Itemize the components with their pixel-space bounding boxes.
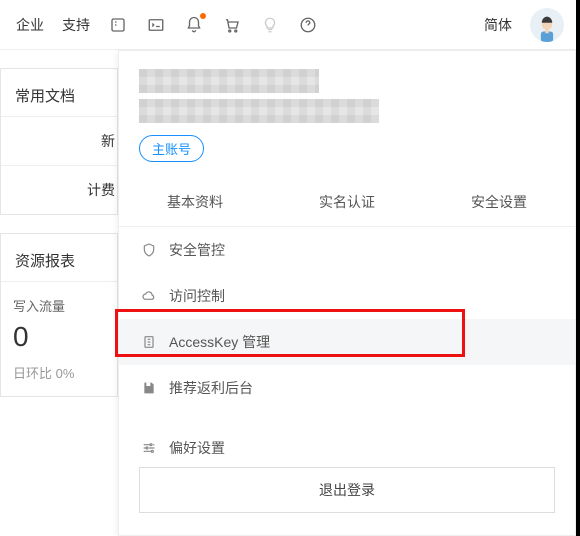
resource-title: 资源报表 [1,234,117,281]
docs-stub-1[interactable]: 新 [1,116,117,165]
topbar: 企业 支持 简体 [0,0,580,50]
logout-button[interactable]: 退出登录 [139,467,555,513]
menu-secure-control[interactable]: 安全管控 [119,227,575,273]
bulb-icon[interactable] [260,15,280,35]
menu-label: 安全管控 [169,240,225,260]
lang-switch[interactable]: 简体 [484,15,512,35]
app-icon[interactable] [108,15,128,35]
dropdown-header: 主账号 [119,51,575,174]
tab-profile[interactable]: 基本资料 [119,178,271,226]
docs-card: 常用文档 新 计费 [0,68,118,215]
avatar[interactable] [530,8,564,42]
tab-realname[interactable]: 实名认证 [271,178,423,226]
menu-label: 访问控制 [169,286,225,306]
redacted-account-id [139,99,379,123]
scrollbar[interactable] [576,0,580,536]
key-icon [141,334,157,350]
metric-value: 0 [13,321,105,353]
account-type-badge: 主账号 [139,135,204,162]
cloud-icon [141,288,157,304]
metric-label: 写入流量 [13,296,105,315]
menu-rebate[interactable]: 推荐返利后台 [119,365,575,411]
disk-icon [141,380,157,396]
resource-card: 资源报表 写入流量 0 日环比 0% [0,233,118,397]
help-icon[interactable] [298,15,318,35]
cart-icon[interactable] [222,15,242,35]
redacted-username [139,69,319,93]
left-column: 常用文档 新 计费 资源报表 写入流量 0 日环比 0% [0,50,118,397]
metric-delta: 日环比 0% [13,363,105,382]
nav-support[interactable]: 支持 [62,15,90,35]
menu-label: 推荐返利后台 [169,378,253,398]
user-dropdown: 主账号 基本资料 实名认证 安全设置 安全管控 访问控制 AccessKey 管… [118,50,576,536]
shield-icon [141,242,157,258]
nav-enterprise[interactable]: 企业 [16,15,44,35]
bell-icon[interactable] [184,15,204,35]
menu-label: AccessKey 管理 [169,332,270,352]
docs-stub-2[interactable]: 计费 [1,165,117,214]
menu-access-control[interactable]: 访问控制 [119,273,575,319]
tab-security[interactable]: 安全设置 [423,178,575,226]
docs-title: 常用文档 [1,69,117,116]
menu-accesskey[interactable]: AccessKey 管理 [119,319,575,365]
terminal-icon[interactable] [146,15,166,35]
dropdown-tabs: 基本资料 实名认证 安全设置 [119,178,575,227]
